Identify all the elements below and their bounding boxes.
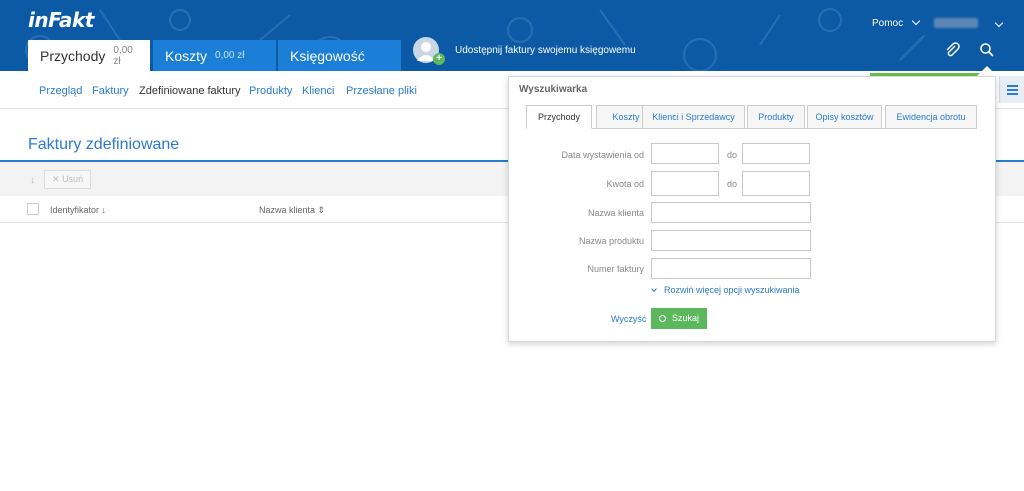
hamburger-icon — [1007, 85, 1018, 87]
top-header: inFakt Przychody 0,00 zł Koszty 0,00 zł … — [0, 0, 1024, 71]
date-from-input[interactable] — [651, 143, 719, 164]
accountant-avatar-icon: + — [413, 37, 445, 65]
search-icon[interactable] — [979, 42, 995, 58]
date-to-input[interactable] — [742, 143, 810, 164]
subnav-produkty[interactable]: Produkty — [249, 85, 292, 97]
column-header-identyfikator[interactable]: Identyfikator ↓ — [50, 205, 106, 215]
search-panel: Wyszukiwarka Przychody Koszty Klienci i … — [508, 76, 996, 342]
select-all-checkbox[interactable] — [27, 203, 39, 215]
invoice-number-input[interactable] — [651, 258, 811, 279]
tab-przychody[interactable]: Przychody 0,00 zł — [28, 40, 150, 71]
tab-amount: 0,00 zł — [113, 44, 133, 67]
tab-amount: 0,00 zł — [215, 50, 245, 61]
help-label: Pomoc — [872, 18, 904, 29]
label-to: do — [726, 150, 737, 160]
subnav-przeglad[interactable]: Przegląd — [39, 85, 82, 97]
help-menu[interactable]: Pomoc — [872, 16, 921, 29]
search-tabs: Przychody Koszty Klienci i Sprzedawcy Pr… — [526, 105, 977, 129]
label-product-name: Nazwa produktu — [578, 236, 644, 246]
amount-to-input[interactable] — [742, 171, 810, 196]
subnav-klienci[interactable]: Klienci — [302, 85, 334, 97]
tab-label: Koszty — [165, 47, 208, 64]
search-tab-przychody[interactable]: Przychody — [526, 105, 592, 129]
label-client-name: Nazwa klienta — [587, 208, 644, 218]
search-tab-produkty[interactable]: Produkty — [747, 105, 805, 129]
share-label: Udostępnij faktury swojemu księgowemu — [455, 44, 636, 56]
label-date-from: Data wystawienia od — [561, 150, 644, 160]
add-icon: + — [433, 53, 445, 65]
clear-button[interactable]: Wyczyść — [611, 314, 646, 324]
tab-ksiegowosc[interactable]: Księgowość — [278, 40, 401, 71]
chevron-down-icon — [651, 286, 657, 292]
panel-pointer — [977, 66, 997, 76]
label-invoice-number: Numer faktury — [587, 264, 644, 274]
share-invoices-link[interactable]: + Udostępnij faktury swojemu księgowemu — [413, 37, 636, 65]
subnav-faktury[interactable]: Faktury — [92, 85, 129, 97]
column-header-nazwa-klienta[interactable]: Nazwa klienta ⇕ — [259, 205, 325, 216]
user-name-blurred[interactable] — [934, 18, 978, 28]
delete-button[interactable]: ✕ Usuń — [44, 170, 92, 189]
page-title: Faktury zdefiniowane — [28, 136, 180, 153]
sort-icon[interactable]: ↓ — [30, 174, 36, 186]
tab-label: Księgowość — [290, 47, 365, 64]
chevron-down-icon — [911, 16, 921, 26]
delete-label: Usuń — [62, 174, 84, 184]
search-tab-ewidencja-obrotu[interactable]: Ewidencja obrotu — [885, 105, 977, 129]
search-tab-opisy-kosztow[interactable]: Opisy kosztów — [807, 105, 882, 129]
close-icon: ✕ — [52, 174, 60, 184]
tab-koszty[interactable]: Koszty 0,00 zł — [153, 40, 276, 71]
tab-label: Przychody — [40, 47, 106, 64]
app-logo[interactable]: inFakt — [28, 8, 94, 32]
panel-title: Wyszukiwarka — [519, 84, 588, 95]
search-button[interactable]: Szukaj — [651, 308, 707, 329]
search-tab-klienci[interactable]: Klienci i Sprzedawcy — [642, 105, 745, 129]
label-to: do — [726, 179, 737, 189]
subnav-zdefiniowane-faktury[interactable]: Zdefiniowane faktury — [139, 85, 241, 97]
search-icon — [659, 315, 666, 322]
amount-from-input[interactable] — [651, 171, 719, 196]
more-options-link[interactable]: Rozwiń więcej opcji wyszukiwania — [651, 285, 800, 295]
label-amount-from: Kwota od — [606, 179, 644, 189]
product-name-input[interactable] — [651, 230, 811, 251]
subnav-przeslane-pliki[interactable]: Przesłane pliki — [346, 85, 417, 97]
client-name-input[interactable] — [651, 202, 811, 223]
menu-toggle-button[interactable] — [999, 76, 1024, 103]
paperclip-icon[interactable] — [944, 42, 960, 58]
